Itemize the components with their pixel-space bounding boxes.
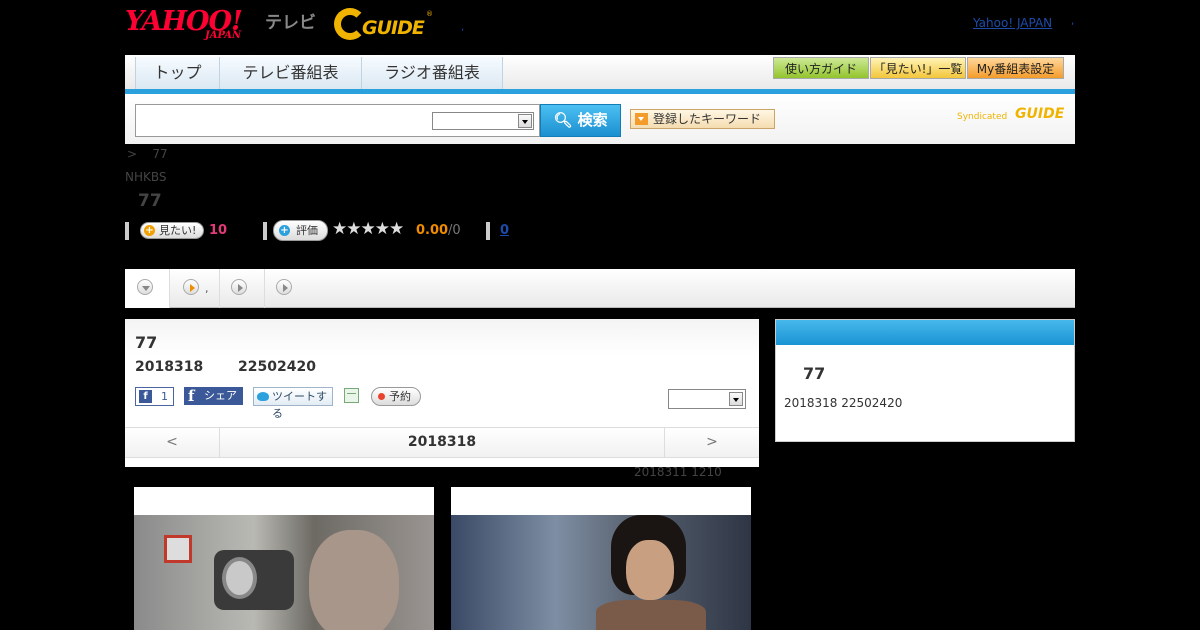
review-count-link[interactable]: 0 bbox=[500, 223, 509, 238]
play-circle-icon bbox=[231, 279, 247, 295]
reserve-button[interactable]: 予約 bbox=[371, 387, 421, 406]
plus-icon: + bbox=[144, 225, 155, 236]
program-detail-panel: 77 2018318 22502420 f 1 f シェア ツイートする 予約 … bbox=[125, 319, 759, 467]
divider bbox=[263, 222, 267, 240]
record-dot-icon bbox=[378, 393, 385, 400]
current-date: 2018318 bbox=[407, 434, 477, 450]
broadcast-time: 22502420 bbox=[238, 359, 316, 375]
global-nav: トップ テレビ番組表 ラジオ番組表 使い方ガイド 「見たい!」一覧 My番組表設… bbox=[125, 55, 1075, 90]
header-link-dot: , bbox=[461, 22, 465, 33]
rating-label: 評価 bbox=[296, 224, 318, 237]
date-navigation: < 2018318 > bbox=[125, 427, 759, 458]
updated-timestamp: 2018311 1210 bbox=[634, 465, 722, 479]
photo-detail bbox=[596, 600, 706, 630]
photo-detail bbox=[309, 530, 399, 630]
breadcrumb-separator: > bbox=[127, 147, 138, 161]
chevron-down-icon bbox=[518, 114, 532, 128]
program-photo[interactable] bbox=[451, 487, 751, 630]
divider bbox=[125, 222, 129, 240]
nav-tab-radio-listings[interactable]: ラジオ番組表 bbox=[361, 57, 503, 89]
tweet-label: ツイートする bbox=[272, 390, 327, 420]
mitai-label: 見たい! bbox=[159, 224, 197, 237]
program-title: 77 bbox=[135, 333, 158, 352]
twitter-bird-icon bbox=[257, 392, 269, 401]
prev-date-button[interactable]: < bbox=[125, 428, 220, 457]
broadcast-date: 2018318 bbox=[135, 359, 204, 375]
side-panel-info: 2018318 22502420 bbox=[784, 396, 903, 410]
page: YAHOO! JAPAN テレビ GUIDE ® , Yahoo! JAPAN … bbox=[0, 0, 1200, 630]
photo-detail bbox=[164, 535, 192, 563]
registered-keywords-button[interactable]: 登録したキーワード bbox=[630, 109, 775, 129]
facebook-like-button[interactable]: f 1 bbox=[135, 387, 174, 406]
subtab-3[interactable] bbox=[220, 269, 265, 308]
gguide-logo[interactable]: GUIDE ® bbox=[334, 8, 434, 40]
program-subtabs: , bbox=[125, 269, 1075, 308]
program-options-select[interactable] bbox=[668, 389, 746, 409]
side-panel-title: 77 bbox=[803, 364, 826, 383]
registered-keywords-label: 登録したキーワード bbox=[653, 112, 762, 126]
mitai-count: 10 bbox=[209, 223, 228, 238]
breadcrumb: > 77 bbox=[127, 147, 168, 161]
nav-tab-top[interactable]: トップ bbox=[135, 57, 219, 89]
photo-image bbox=[451, 515, 751, 630]
plus-icon: + bbox=[279, 225, 290, 236]
dropdown-arrow-icon bbox=[635, 113, 648, 125]
yahoo-japan-link[interactable]: Yahoo! JAPAN bbox=[973, 16, 1052, 30]
subtab-2[interactable]: , bbox=[170, 269, 220, 308]
syndicated-gguide-logo: Syndicated GUIDE bbox=[957, 106, 1069, 128]
channel-name: NHKBS bbox=[125, 170, 167, 184]
facebook-share-label: シェア bbox=[204, 389, 237, 402]
gguide-logo-text: GUIDE bbox=[362, 17, 425, 39]
next-date-button[interactable]: > bbox=[664, 428, 759, 457]
photo-detail bbox=[626, 540, 674, 600]
facebook-icon: f bbox=[188, 387, 195, 405]
program-photo[interactable] bbox=[134, 487, 434, 630]
play-circle-icon bbox=[183, 279, 199, 295]
reserve-label: 予約 bbox=[389, 390, 411, 403]
yahoo-japan-logo[interactable]: YAHOO! JAPAN bbox=[125, 6, 263, 42]
syndicated-text: Syndicated bbox=[957, 112, 1008, 122]
syndicated-gguide-text: GUIDE bbox=[1015, 106, 1065, 122]
side-info-panel: 77 2018318 22502420 bbox=[775, 319, 1075, 442]
rating-count: /0 bbox=[448, 223, 461, 238]
search-category-select[interactable] bbox=[432, 112, 534, 130]
tweet-button[interactable]: ツイートする bbox=[253, 387, 333, 420]
nav-tab-tv-listings[interactable]: テレビ番組表 bbox=[219, 57, 361, 89]
yahoo-japan-text: JAPAN bbox=[205, 30, 242, 41]
search-band: 🔍︎ 検索 登録したキーワード Syndicated GUIDE bbox=[125, 94, 1075, 144]
page-title: 77 bbox=[138, 191, 162, 211]
my-listings-settings-button[interactable]: My番組表設定 bbox=[967, 57, 1064, 79]
subtab-dot: , bbox=[205, 282, 209, 295]
search-button-label: 検索 bbox=[577, 111, 608, 129]
facebook-like-count: 1 bbox=[161, 390, 168, 403]
side-panel-header bbox=[776, 320, 1074, 345]
search-icon: 🔍︎ bbox=[553, 111, 573, 129]
chevron-down-icon bbox=[729, 392, 743, 406]
calendar-add-icon[interactable] bbox=[344, 388, 359, 403]
usage-guide-button[interactable]: 使い方ガイド bbox=[773, 57, 869, 79]
subtab-detail[interactable] bbox=[125, 269, 170, 308]
photo-detail bbox=[222, 557, 257, 599]
rating-stars: ★★★★★ bbox=[332, 219, 404, 239]
rating-score: 0.00 bbox=[416, 223, 449, 238]
search-button[interactable]: 🔍︎ 検索 bbox=[540, 104, 621, 137]
mitai-button[interactable]: + 見たい! bbox=[140, 222, 204, 239]
play-circle-icon bbox=[276, 279, 292, 295]
subtab-4[interactable] bbox=[265, 269, 310, 308]
facebook-share-button[interactable]: f シェア bbox=[184, 387, 243, 405]
mitai-list-button[interactable]: 「見たい!」一覧 bbox=[870, 57, 966, 79]
facebook-icon: f bbox=[139, 390, 152, 403]
registered-mark: ® bbox=[426, 10, 433, 18]
breadcrumb-current: 77 bbox=[152, 147, 168, 161]
photo-image bbox=[134, 515, 434, 630]
header-link-dot-right: , bbox=[1071, 16, 1075, 27]
tv-logo-text[interactable]: テレビ bbox=[265, 8, 316, 33]
chevron-down-circle-icon bbox=[137, 279, 153, 295]
rating-button[interactable]: + 評価 bbox=[273, 220, 328, 241]
divider bbox=[486, 222, 490, 240]
